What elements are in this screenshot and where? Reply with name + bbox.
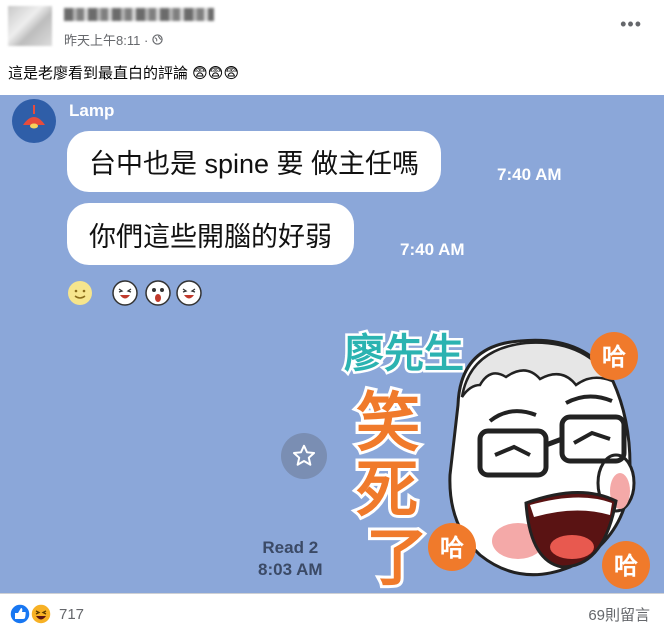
read-receipt: Read 2 8:03 AM xyxy=(258,537,323,581)
sticker-le-text: 了 xyxy=(366,521,428,593)
ha-badge: 哈 xyxy=(440,534,464,562)
post-header: 昨天上午8:11 · ••• xyxy=(0,0,664,52)
ha-badge: 哈 xyxy=(614,552,638,580)
message-time: 7:40 AM xyxy=(400,240,465,259)
shocked-face-icon[interactable] xyxy=(144,279,172,307)
star-icon xyxy=(292,444,316,466)
author-avatar[interactable] xyxy=(8,6,52,46)
haha-reaction-icon[interactable] xyxy=(30,603,52,625)
message-text: 你們這些開腦的好弱 xyxy=(89,221,332,252)
sticker-title: 廖先生 xyxy=(344,331,464,377)
post-caption: 這是老廖看到最直白的評論 😨😨😨 xyxy=(8,65,240,82)
timestamp-text[interactable]: 昨天上午8:11 · xyxy=(64,30,148,49)
laughing-face-icon[interactable] xyxy=(111,279,139,307)
message-text: 台中也是 spine 要 做主任嗎 xyxy=(89,149,420,179)
author-name[interactable] xyxy=(64,8,214,21)
laughing-man-sticker[interactable]: 廖先生 笑 死 了 哈 哈 哈 xyxy=(330,305,664,593)
sticker-laugh-text: 笑 xyxy=(356,387,420,461)
sticker-die-text: 死 xyxy=(356,453,418,526)
message-bubble[interactable]: 你們這些開腦的好弱 xyxy=(67,203,354,265)
post-footer: 717 69則留言 xyxy=(0,593,664,626)
smiley-reaction-icon[interactable] xyxy=(66,279,94,307)
message-time: 7:40 AM xyxy=(497,165,562,184)
comment-count-link[interactable]: 69則留言 xyxy=(588,604,650,625)
lamp-avatar xyxy=(12,99,56,143)
favorite-sticker-button[interactable] xyxy=(281,433,327,479)
globe-icon xyxy=(152,34,163,45)
reaction-count[interactable]: 717 xyxy=(59,606,84,623)
post-timestamp[interactable]: 昨天上午8:11 · xyxy=(64,30,163,49)
like-reaction-icon[interactable] xyxy=(9,603,31,625)
read-label: Read 2 xyxy=(262,538,319,557)
sender-name: Lamp xyxy=(69,101,115,120)
laughing-face-icon[interactable] xyxy=(175,279,203,307)
message-bubble[interactable]: 台中也是 spine 要 做主任嗎 xyxy=(67,131,442,192)
read-time: 8:03 AM xyxy=(258,560,323,579)
lamp-icon xyxy=(23,105,45,129)
chat-screenshot: Lamp 台中也是 spine 要 做主任嗎 7:40 AM 你們這些開腦的好弱… xyxy=(0,95,664,593)
ha-badge: 哈 xyxy=(602,343,626,371)
more-options-icon[interactable]: ••• xyxy=(620,14,642,35)
